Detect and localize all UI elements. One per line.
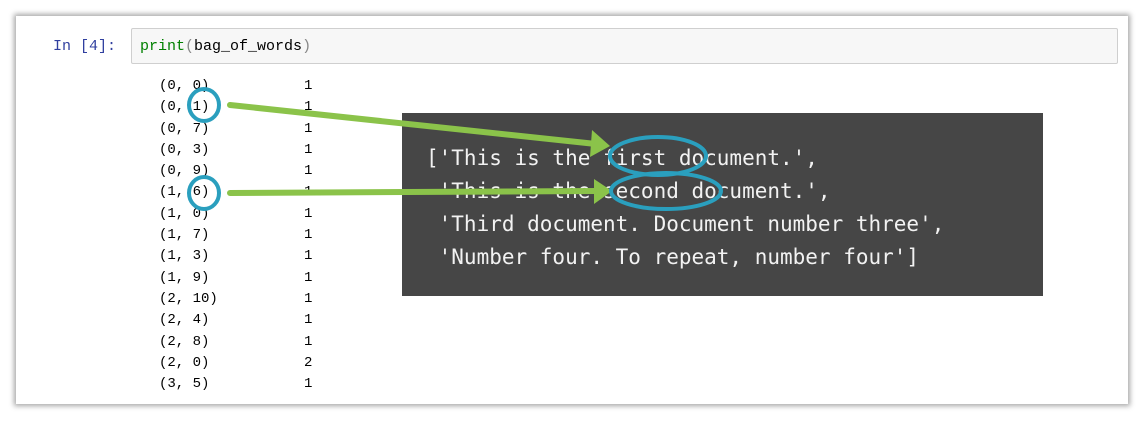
- cell-prompt: In [4]:: [53, 38, 117, 55]
- output-value: 1: [304, 141, 313, 158]
- output-value: 1: [304, 184, 313, 201]
- output-value: 1: [304, 376, 313, 393]
- output-value: 1: [304, 227, 313, 244]
- code-input-cell[interactable]: print(bag_of_words): [131, 28, 1118, 64]
- output-key: (2, 8): [159, 333, 210, 350]
- output-key: (1, 9): [159, 269, 210, 286]
- code-argument: bag_of_words: [194, 38, 303, 55]
- document-line: 'Third document. Document number three',: [426, 212, 945, 236]
- output-value: 2: [304, 354, 313, 371]
- output-value: 1: [304, 205, 313, 222]
- code-close-paren: ): [302, 38, 312, 55]
- documents-list: ['This is the first document.', 'This is…: [426, 142, 944, 274]
- output-value: 1: [304, 120, 313, 137]
- output-value: 1: [304, 99, 313, 116]
- output-value: 1: [304, 78, 313, 94]
- output-key: (1, 6): [159, 184, 210, 201]
- notebook-frame: In [4]: print(bag_of_words) (0, 0) 1 (0, 1…: [16, 16, 1128, 404]
- output-value: 1: [304, 333, 313, 350]
- output-key: (0, 0): [159, 78, 210, 94]
- output-key: (1, 0): [159, 205, 210, 222]
- output-key: (2, 0): [159, 354, 210, 371]
- document-line: 'This is the second document.',: [426, 179, 831, 203]
- output-key: (2, 10): [159, 290, 218, 307]
- output-key: (1, 3): [159, 248, 210, 265]
- document-line: 'Number four. To repeat, number four']: [426, 245, 920, 269]
- output-value: 1: [304, 269, 313, 286]
- output-key: (2, 4): [159, 312, 210, 329]
- output-key: (0, 1): [159, 99, 210, 116]
- document-line: ['This is the first document.',: [426, 146, 818, 170]
- output-key: (0, 7): [159, 120, 210, 137]
- code-line: print(bag_of_words): [140, 38, 311, 55]
- code-function: print: [140, 38, 186, 55]
- output-value: 1: [304, 163, 313, 180]
- output-value: 1: [304, 312, 313, 329]
- output-value: 1: [304, 290, 313, 307]
- code-open-paren: (: [185, 38, 195, 55]
- output-key: (0, 9): [159, 163, 210, 180]
- documents-overlay: ['This is the first document.', 'This is…: [402, 113, 1043, 296]
- output-value: 1: [304, 248, 313, 265]
- output-key: (1, 7): [159, 227, 210, 244]
- output-key: (0, 3): [159, 141, 210, 158]
- output-key: (3, 5): [159, 376, 210, 393]
